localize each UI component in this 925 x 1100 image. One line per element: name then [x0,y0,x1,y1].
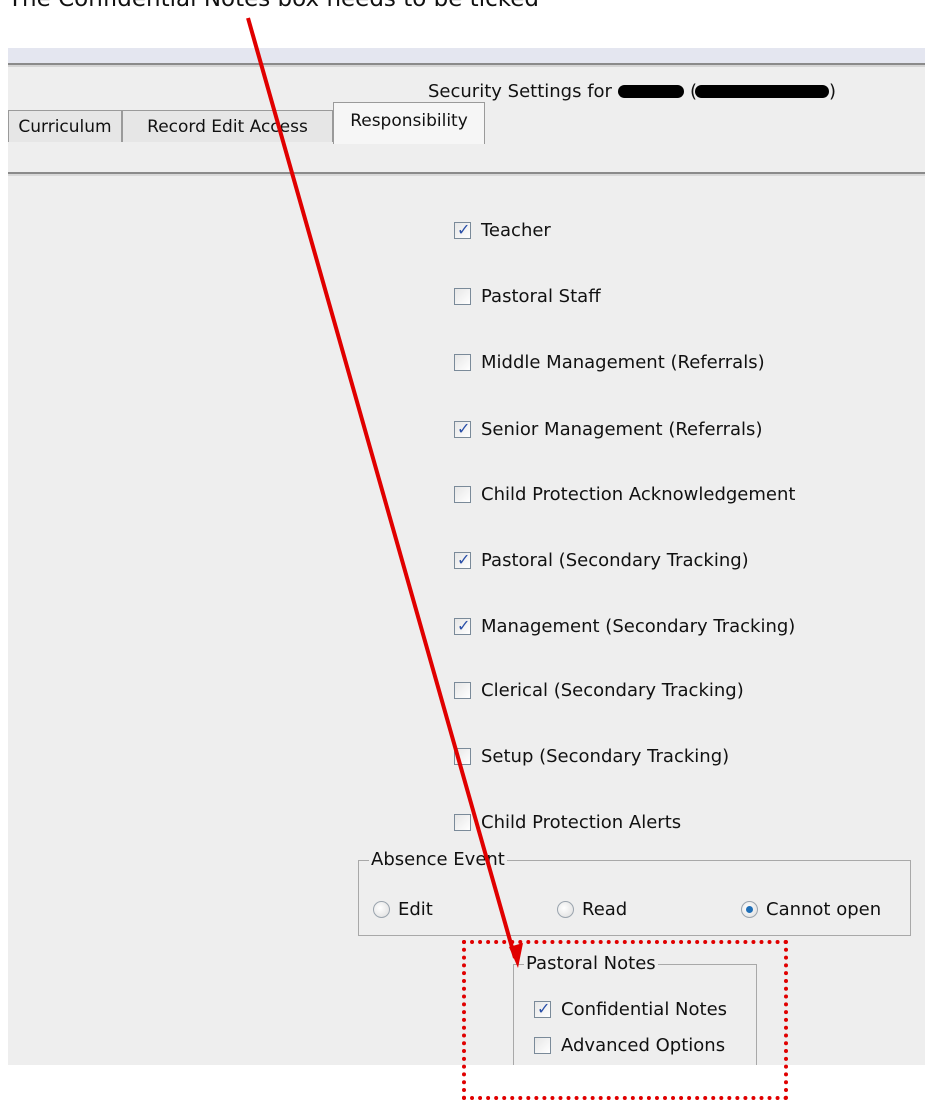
annotation-arrow [246,17,523,968]
arrow-line [246,17,517,959]
arrow-head [509,943,523,968]
